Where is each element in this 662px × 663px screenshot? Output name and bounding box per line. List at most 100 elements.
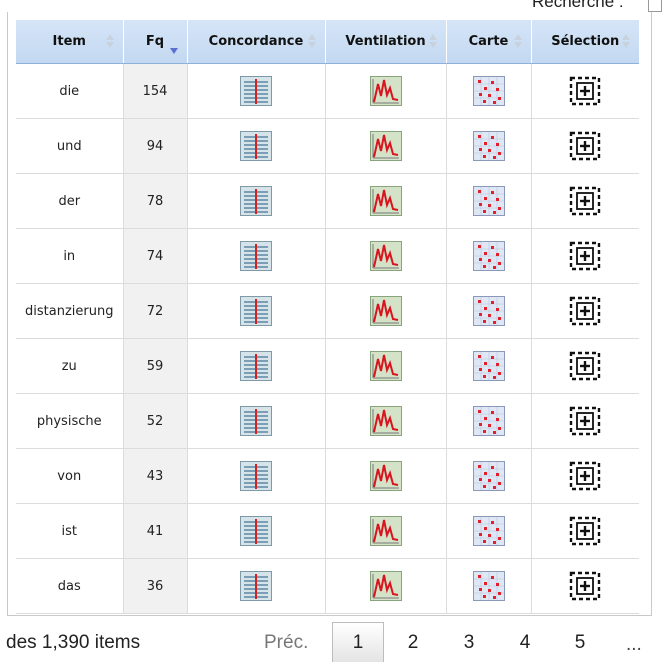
frequency-cell: 74 [122, 228, 188, 284]
ventilation-chart-cell [324, 283, 447, 339]
sort-icon [622, 34, 631, 50]
map-icon[interactable] [472, 516, 505, 546]
selection-add-cell [530, 228, 639, 284]
column-header-label: Sélection [551, 34, 620, 49]
table-row: ist 41 [16, 503, 639, 559]
map-icon[interactable] [472, 186, 505, 216]
selection-add-icon[interactable] [569, 296, 601, 326]
column-header-selection[interactable]: Sélection [530, 20, 639, 64]
sort-icon [428, 34, 438, 50]
selection-add-icon[interactable] [569, 406, 601, 436]
concordance-cell [186, 503, 326, 559]
frequency-cell: 43 [122, 448, 188, 504]
sort-icon [513, 34, 523, 50]
table-row: distanzierung 72 [16, 283, 639, 339]
column-header-label: Concordance [208, 34, 304, 49]
column-header-label: Item [52, 34, 86, 49]
map-cell [445, 283, 532, 339]
ventilation-chart-icon[interactable] [369, 406, 402, 436]
table-row: zu 59 [16, 338, 639, 394]
map-cell [445, 173, 532, 229]
selection-add-cell [530, 173, 639, 229]
page-button[interactable]: 2 [398, 632, 428, 654]
ventilation-chart-icon[interactable] [369, 296, 402, 326]
ventilation-chart-cell [324, 448, 447, 504]
selection-add-icon[interactable] [569, 131, 601, 161]
map-icon[interactable] [472, 131, 505, 161]
ventilation-chart-icon[interactable] [369, 516, 402, 546]
page-button[interactable]: 3 [454, 632, 484, 654]
ventilation-chart-cell [324, 173, 447, 229]
concordance-cell [186, 338, 326, 394]
selection-add-icon[interactable] [569, 461, 601, 491]
map-icon[interactable] [472, 571, 505, 601]
concordance-icon[interactable] [240, 186, 272, 216]
map-cell [445, 118, 532, 174]
column-header-fq[interactable]: Fq [122, 20, 187, 64]
page-button[interactable]: 5 [565, 632, 595, 654]
frequency-cell: 72 [122, 283, 188, 339]
ventilation-chart-icon[interactable] [369, 461, 402, 491]
selection-add-icon[interactable] [569, 241, 601, 271]
column-header-carte[interactable]: Carte [445, 20, 531, 64]
map-cell [445, 338, 532, 394]
map-icon[interactable] [472, 406, 505, 436]
pagination-ellipsis: ... [626, 634, 642, 655]
items-count: des 1,390 items [6, 632, 141, 653]
selection-add-cell [530, 558, 639, 614]
column-header-concordance[interactable]: Concordance [186, 20, 325, 64]
search-input[interactable] [648, 0, 662, 12]
selection-add-cell [530, 338, 639, 394]
map-icon[interactable] [472, 461, 505, 491]
item-cell: der [16, 173, 124, 229]
ventilation-chart-icon[interactable] [369, 76, 402, 106]
ventilation-chart-icon[interactable] [369, 351, 402, 381]
map-icon[interactable] [472, 351, 505, 381]
table-row: und 94 [16, 118, 639, 174]
selection-add-icon[interactable] [569, 516, 601, 546]
column-header-label: Carte [468, 34, 509, 49]
selection-add-cell [530, 503, 639, 559]
page-button-current[interactable]: 1 [332, 622, 384, 662]
pagination: des 1,390 items Préc. 1 2 3 4 5 ... [0, 622, 662, 663]
map-icon[interactable] [472, 296, 505, 326]
item-cell: die [16, 63, 124, 119]
selection-add-icon[interactable] [569, 186, 601, 216]
frequency-cell: 154 [122, 63, 188, 119]
item-cell: distanzierung [16, 283, 124, 339]
selection-add-icon[interactable] [569, 571, 601, 601]
concordance-icon[interactable] [240, 351, 272, 381]
item-cell: von [16, 448, 124, 504]
map-cell [445, 558, 532, 614]
ventilation-chart-icon[interactable] [369, 131, 402, 161]
concordance-icon[interactable] [240, 571, 272, 601]
concordance-icon[interactable] [240, 296, 272, 326]
selection-add-icon[interactable] [569, 76, 601, 106]
map-cell [445, 63, 532, 119]
page-button[interactable]: 4 [510, 632, 540, 654]
frequency-cell: 52 [122, 393, 188, 449]
previous-page-button[interactable]: Préc. [264, 632, 308, 654]
concordance-cell [186, 118, 326, 174]
concordance-icon[interactable] [240, 131, 272, 161]
selection-add-icon[interactable] [569, 351, 601, 381]
results-table: Item Fq Concordance Ventilation Carte Sé… [16, 20, 639, 614]
column-header-ventilation[interactable]: Ventilation [324, 20, 446, 64]
ventilation-chart-icon[interactable] [369, 186, 402, 216]
concordance-icon[interactable] [240, 241, 272, 271]
concordance-icon[interactable] [240, 76, 272, 106]
concordance-icon[interactable] [240, 406, 272, 436]
frequency-cell: 59 [122, 338, 188, 394]
map-cell [445, 448, 532, 504]
sort-icon [307, 34, 317, 50]
selection-add-cell [530, 283, 639, 339]
map-icon[interactable] [472, 241, 505, 271]
concordance-icon[interactable] [240, 461, 272, 491]
ventilation-chart-icon[interactable] [369, 241, 402, 271]
concordance-icon[interactable] [240, 516, 272, 546]
map-icon[interactable] [472, 76, 505, 106]
ventilation-chart-icon[interactable] [369, 571, 402, 601]
sort-descending-icon [169, 34, 179, 54]
column-header-item[interactable]: Item [16, 20, 123, 64]
concordance-cell [186, 448, 326, 504]
